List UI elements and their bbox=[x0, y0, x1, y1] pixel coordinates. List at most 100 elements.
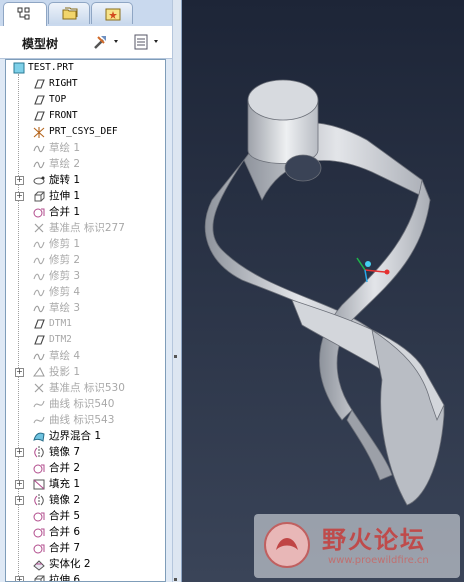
list-menu-icon bbox=[134, 34, 158, 50]
tree-root[interactable]: TEST.PRT bbox=[6, 60, 165, 76]
merge-icon bbox=[33, 512, 45, 522]
tree-item-label: 合并 5 bbox=[49, 510, 81, 522]
expand-toggle-icon[interactable]: + bbox=[15, 192, 24, 201]
tree-item[interactable]: TOP bbox=[6, 92, 165, 108]
tab-model-tree[interactable] bbox=[3, 2, 47, 26]
trim-icon bbox=[33, 241, 45, 249]
tree-item-label: PRT_CSYS_DEF bbox=[49, 126, 118, 137]
tree-item[interactable]: + 投影 1 bbox=[6, 364, 165, 380]
tree-settings-button[interactable] bbox=[92, 31, 122, 53]
tree-item-label: 边界混合 1 bbox=[49, 430, 102, 442]
tree-item[interactable]: 修剪 3 bbox=[6, 268, 165, 284]
watermark-url: www.proewildfire.cn bbox=[328, 555, 429, 566]
part-icon bbox=[13, 62, 25, 74]
datum-point-icon bbox=[34, 383, 44, 393]
datum-plane-icon bbox=[34, 95, 45, 105]
tree-item[interactable]: 修剪 2 bbox=[6, 252, 165, 268]
tree-item[interactable]: RIGHT bbox=[6, 76, 165, 92]
fill-icon bbox=[33, 479, 45, 490]
expand-toggle-icon[interactable]: + bbox=[15, 176, 24, 185]
tree-item-label: 拉伸 6 bbox=[49, 574, 81, 582]
panel-tab-bar bbox=[0, 0, 172, 26]
show-menu-button[interactable] bbox=[132, 31, 164, 53]
tree-item[interactable]: + 镜像 2 bbox=[6, 492, 165, 508]
mirror-icon bbox=[34, 446, 44, 458]
model-tree: TEST.PRT RIGHT TOP FRONT PRT_CSYS_DEF 草绘 1 草绘… bbox=[5, 59, 166, 582]
extrude-icon bbox=[34, 191, 45, 202]
tree-item[interactable]: DTM1 bbox=[6, 316, 165, 332]
tree-item[interactable]: 修剪 4 bbox=[6, 284, 165, 300]
datum-plane-icon bbox=[34, 335, 45, 345]
project-icon bbox=[33, 367, 45, 377]
tree-item[interactable]: 合并 7 bbox=[6, 540, 165, 556]
splitter-grip-bottom bbox=[174, 578, 177, 581]
tree-item[interactable]: 实体化 2 bbox=[6, 556, 165, 572]
tree-item[interactable]: + 镜像 7 bbox=[6, 444, 165, 460]
merge-icon bbox=[33, 208, 45, 218]
expand-toggle-icon[interactable]: + bbox=[15, 368, 24, 377]
tree-item-label: 修剪 3 bbox=[49, 270, 81, 282]
mirror-icon bbox=[34, 494, 44, 506]
trim-icon bbox=[33, 273, 45, 281]
extrude-icon bbox=[34, 575, 45, 581]
graphics-viewport[interactable] bbox=[182, 0, 464, 582]
tab-folder-browser[interactable] bbox=[48, 2, 90, 24]
tree-root-label: TEST.PRT bbox=[28, 62, 74, 73]
tree-item-label: 合并 6 bbox=[49, 526, 81, 538]
splitter-grip-top bbox=[174, 355, 177, 358]
folder-browser-icon bbox=[62, 7, 78, 20]
tree-item-label: 镜像 2 bbox=[49, 494, 81, 506]
tree-item[interactable]: 曲线 标识543 bbox=[6, 412, 165, 428]
sketch-icon bbox=[33, 353, 45, 361]
tab-favorites[interactable] bbox=[91, 2, 133, 24]
tree-item[interactable]: 边界混合 1 bbox=[6, 428, 165, 444]
tree-item[interactable]: + 拉伸 6 bbox=[6, 572, 165, 582]
revolve-icon bbox=[33, 176, 45, 185]
tree-item[interactable]: 基准点 标识530 bbox=[6, 380, 165, 396]
tree-item[interactable]: 草绘 3 bbox=[6, 300, 165, 316]
tree-item[interactable]: 修剪 1 bbox=[6, 236, 165, 252]
tree-item[interactable]: FRONT bbox=[6, 108, 165, 124]
tree-item-label: 拉伸 1 bbox=[49, 190, 81, 202]
tree-item[interactable]: PRT_CSYS_DEF bbox=[6, 124, 165, 140]
tree-item[interactable]: 合并 6 bbox=[6, 524, 165, 540]
tree-item[interactable]: 合并 2 bbox=[6, 460, 165, 476]
tree-item-label: DTM2 bbox=[49, 334, 72, 345]
tree-item-label: 合并 2 bbox=[49, 462, 81, 474]
tree-item[interactable]: 合并 5 bbox=[6, 508, 165, 524]
datum-plane-icon bbox=[34, 111, 45, 121]
panel-splitter[interactable] bbox=[172, 0, 182, 582]
tree-item[interactable]: 基准点 标识277 bbox=[6, 220, 165, 236]
tree-item-label: 实体化 2 bbox=[49, 558, 91, 570]
tree-item-label: 曲线 标识540 bbox=[49, 398, 115, 410]
tree-item-label: 镜像 7 bbox=[49, 446, 81, 458]
tree-item[interactable]: 合并 1 bbox=[6, 204, 165, 220]
boundary-blend-icon bbox=[33, 432, 45, 442]
tree-item[interactable]: 草绘 1 bbox=[6, 140, 165, 156]
datum-plane-icon bbox=[34, 79, 45, 89]
expand-toggle-icon[interactable]: + bbox=[15, 448, 24, 457]
tree-item[interactable]: 曲线 标识540 bbox=[6, 396, 165, 412]
model-tree-icon bbox=[17, 7, 30, 20]
tree-item[interactable]: + 旋转 1 bbox=[6, 172, 165, 188]
expand-toggle-icon[interactable]: + bbox=[15, 480, 24, 489]
tree-item[interactable]: + 填充 1 bbox=[6, 476, 165, 492]
tree-item-label: FRONT bbox=[49, 110, 78, 121]
tree-item-label: 修剪 4 bbox=[49, 286, 81, 298]
tree-item[interactable]: DTM2 bbox=[6, 332, 165, 348]
trim-icon bbox=[33, 289, 45, 297]
curve-icon bbox=[33, 400, 45, 408]
tree-item-label: 修剪 1 bbox=[49, 238, 81, 250]
merge-icon bbox=[33, 528, 45, 538]
tree-item[interactable]: 草绘 2 bbox=[6, 156, 165, 172]
tree-item[interactable]: + 拉伸 1 bbox=[6, 188, 165, 204]
expand-toggle-icon[interactable]: + bbox=[15, 496, 24, 505]
model-tree-panel: 模型树 TEST.PRT RIGHT TOP FRONT PRT_CSYS_DE… bbox=[0, 0, 172, 582]
tools-icon bbox=[94, 36, 118, 49]
tree-item-label: DTM1 bbox=[49, 318, 72, 329]
expand-toggle-icon[interactable]: + bbox=[15, 576, 24, 581]
tree-item-label: 旋转 1 bbox=[49, 174, 81, 186]
tree-item[interactable]: 草绘 4 bbox=[6, 348, 165, 364]
panel-title: 模型树 bbox=[22, 37, 59, 51]
tree-header: 模型树 bbox=[0, 26, 172, 59]
